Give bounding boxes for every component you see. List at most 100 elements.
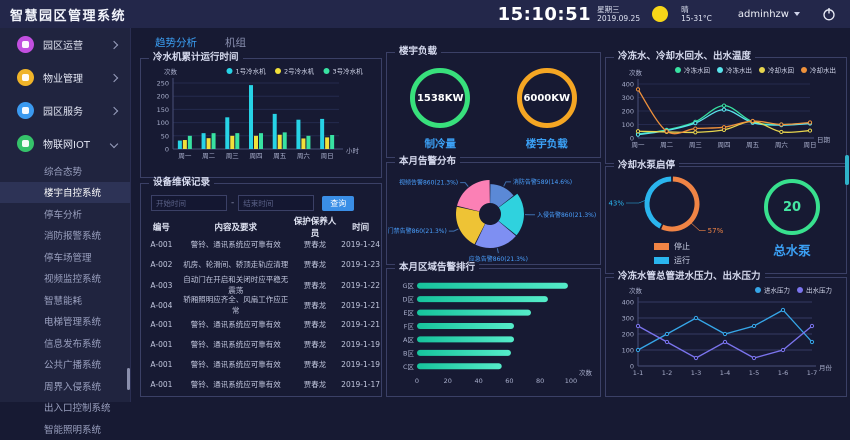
sidebar-item[interactable]: 出入口控制系统 — [0, 397, 130, 419]
pump-status-donut-chart: 43%57% — [606, 167, 738, 241]
table-cell: 贾春龙 — [290, 239, 340, 250]
pump-legend-swatch — [654, 257, 669, 264]
sidebar-groups: 园区运营物业管理园区服务物联网IOT — [0, 28, 130, 160]
table-cell: A-001 — [141, 360, 182, 369]
chevron-down-icon — [110, 139, 118, 147]
panel-water-temperature: 冷冻水、冷却水回水、出水温度 0100200300400周一周二周三周四周五周六… — [605, 57, 847, 164]
sidebar-item[interactable]: 智能照明系统 — [0, 418, 130, 440]
table-cell: A-001 — [141, 320, 182, 329]
sidebar-group-label: 园区服务 — [43, 103, 83, 118]
sidebar-item[interactable]: 电梯管理系统 — [0, 311, 130, 333]
app-title: 智慧园区管理系统 — [10, 5, 126, 24]
sidebar-group-0[interactable]: 园区运营 — [0, 28, 130, 61]
sidebar-item[interactable]: 公共广播系统 — [0, 354, 130, 376]
svg-text:300: 300 — [622, 315, 634, 323]
sidebar-item[interactable]: 智慧能耗 — [0, 289, 130, 311]
range-separator: - — [231, 198, 234, 208]
power-button[interactable] — [822, 7, 836, 21]
table-header-cell: 内容及要求 — [182, 221, 290, 233]
header-right: 15:10:51 星期三 2019.09.25 晴 15-31°C adminh… — [498, 4, 850, 25]
table-cell: 贾春龙 — [290, 359, 340, 370]
start-time-input[interactable] — [151, 195, 227, 211]
svg-text:1-5: 1-5 — [749, 369, 760, 377]
table-row: A-001警铃、通讯系统应可靠有效贾春龙2019-1-19 — [141, 354, 381, 374]
svg-text:周五: 周五 — [746, 141, 760, 149]
svg-text:200: 200 — [622, 331, 634, 339]
panel-title-pump-status: 冷却水泵启停 — [614, 161, 679, 171]
date-block: 星期三 2019.09.25 — [597, 5, 640, 24]
pump-legend-swatch — [654, 243, 669, 250]
panel-building-load: 楼宇负载 1538KW制冷量6000KW楼宇负载 — [386, 52, 601, 158]
user-menu[interactable]: adminhzw — [738, 9, 800, 20]
sidebar-group-2[interactable]: 园区服务 — [0, 94, 130, 127]
panel-title-region-ranking: 本月区域告警排行 — [395, 263, 479, 273]
sidebar-item[interactable]: 停车场管理 — [0, 246, 130, 268]
sidebar-item[interactable]: 消防报警系统 — [0, 225, 130, 247]
maintenance-table-body: A-001警铃、通讯系统应可靠有效贾春龙2019-1-24A-002机房、轮滑间… — [141, 234, 381, 394]
sidebar-item[interactable]: 停车分析 — [0, 203, 130, 225]
svg-text:57%: 57% — [708, 227, 724, 235]
region-ranking-bar-chart: G区D区E区F区A区B区C区020406080100次数 — [387, 269, 598, 394]
pump-donut-block: 43%57% 停止运行 — [606, 167, 738, 273]
svg-text:小时: 小时 — [346, 146, 360, 155]
svg-text:100: 100 — [622, 347, 634, 355]
table-cell: 2019-1-19 — [340, 340, 381, 349]
svg-text:冷冻水回: 冷冻水回 — [684, 66, 710, 75]
iot-icon — [17, 135, 34, 152]
sidebar-item[interactable]: 综合态势 — [0, 160, 130, 182]
sidebar-item[interactable]: 视频监控系统 — [0, 268, 130, 290]
sidebar-group-label: 物业管理 — [43, 70, 83, 85]
table-row: A-002机房、轮滑间、轿顶走轨应清理贾春龙2019-1-23 — [141, 254, 381, 274]
table-cell: 2019-1-23 — [340, 260, 381, 269]
end-time-input[interactable] — [238, 195, 314, 211]
panel-chiller-runtime: 冷水机累计运行时间 050100150200250周一周二周三周四周五周六周日次… — [140, 58, 382, 178]
table-cell: A-001 — [141, 380, 182, 389]
panel-title-chiller-runtime: 冷水机累计运行时间 — [149, 53, 243, 63]
sidebar-item[interactable]: 楼宇自控系统 — [0, 182, 130, 204]
sidebar-group-3[interactable]: 物联网IOT — [0, 127, 130, 160]
panel-maintenance: 设备维保记录 - 查询 编号内容及要求保护保养人员时间 A-001警铃、通讯系统… — [140, 183, 382, 397]
chiller-runtime-bar-chart: 050100150200250周一周二周三周四周五周六周日次数小时1号冷水机2号… — [141, 59, 379, 173]
sidebar-item[interactable]: 周界入侵系统 — [0, 375, 130, 397]
main-content: 趋势分析 机组 冷水机累计运行时间 050100150200250周一周二周三周… — [131, 28, 850, 402]
table-header-cell: 编号 — [141, 221, 182, 233]
svg-text:周二: 周二 — [202, 152, 216, 160]
table-cell: A-001 — [141, 340, 182, 349]
svg-text:60: 60 — [505, 377, 513, 385]
panel-title-building-load: 楼宇负载 — [395, 47, 441, 57]
svg-text:50: 50 — [161, 132, 169, 140]
park-service-icon — [17, 102, 34, 119]
query-button[interactable]: 查询 — [322, 196, 354, 211]
table-row: A-001警铃、通讯系统应可靠有效贾春龙2019-1-21 — [141, 314, 381, 334]
table-header-cell: 保护保养人员 — [290, 215, 340, 239]
table-cell: A-001 — [141, 240, 182, 249]
sidebar-scrollbar-thumb[interactable] — [127, 368, 130, 390]
svg-text:周四: 周四 — [718, 141, 731, 149]
table-cell: 2019-1-21 — [340, 301, 381, 310]
table-cell: 机房、轮滑间、轿顶走轨应清理 — [182, 259, 290, 270]
table-cell: 贾春龙 — [290, 379, 340, 390]
app-header: 智慧园区管理系统 15:10:51 星期三 2019.09.25 晴 15-31… — [0, 0, 850, 28]
pump-legend-label: 停止 — [674, 241, 690, 252]
page-scrollbar-thumb[interactable] — [845, 155, 849, 185]
panel-pump-status: 冷却水泵启停 43%57% 停止运行 20 总水泵 — [605, 166, 847, 274]
table-row: A-001警铃、通讯系统应可靠有效贾春龙2019-1-19 — [141, 334, 381, 354]
svg-text:100: 100 — [565, 377, 577, 385]
svg-text:1-7: 1-7 — [807, 369, 818, 377]
table-cell: 2019-1-24 — [340, 240, 381, 249]
building-load-rings: 1538KW制冷量6000KW楼宇负载 — [387, 53, 600, 151]
svg-text:消防告警589(14.6%): 消防告警589(14.6%) — [513, 178, 572, 186]
sidebar-item[interactable]: 信息发布系统 — [0, 332, 130, 354]
load-ring: 6000KW — [517, 68, 577, 128]
panel-region-ranking: 本月区域告警排行 G区D区E区F区A区B区C区020406080100次数 — [386, 268, 601, 397]
weather-text: 晴 — [681, 5, 712, 14]
alarm-distribution-pie-chart: 消防告警589(14.6%)入侵告警860(21.3%)应急告警860(21.3… — [387, 163, 598, 262]
sidebar-group-1[interactable]: 物业管理 — [0, 61, 130, 94]
svg-text:应急告警860(21.3%): 应急告警860(21.3%) — [469, 255, 528, 262]
svg-text:1-4: 1-4 — [720, 369, 731, 377]
svg-text:进水压力: 进水压力 — [764, 286, 790, 295]
date: 2019.09.25 — [597, 14, 640, 23]
sun-icon — [652, 6, 668, 22]
total-pump-value: 20 — [783, 200, 801, 215]
svg-text:视频告警860(21.3%): 视频告警860(21.3%) — [399, 179, 458, 187]
